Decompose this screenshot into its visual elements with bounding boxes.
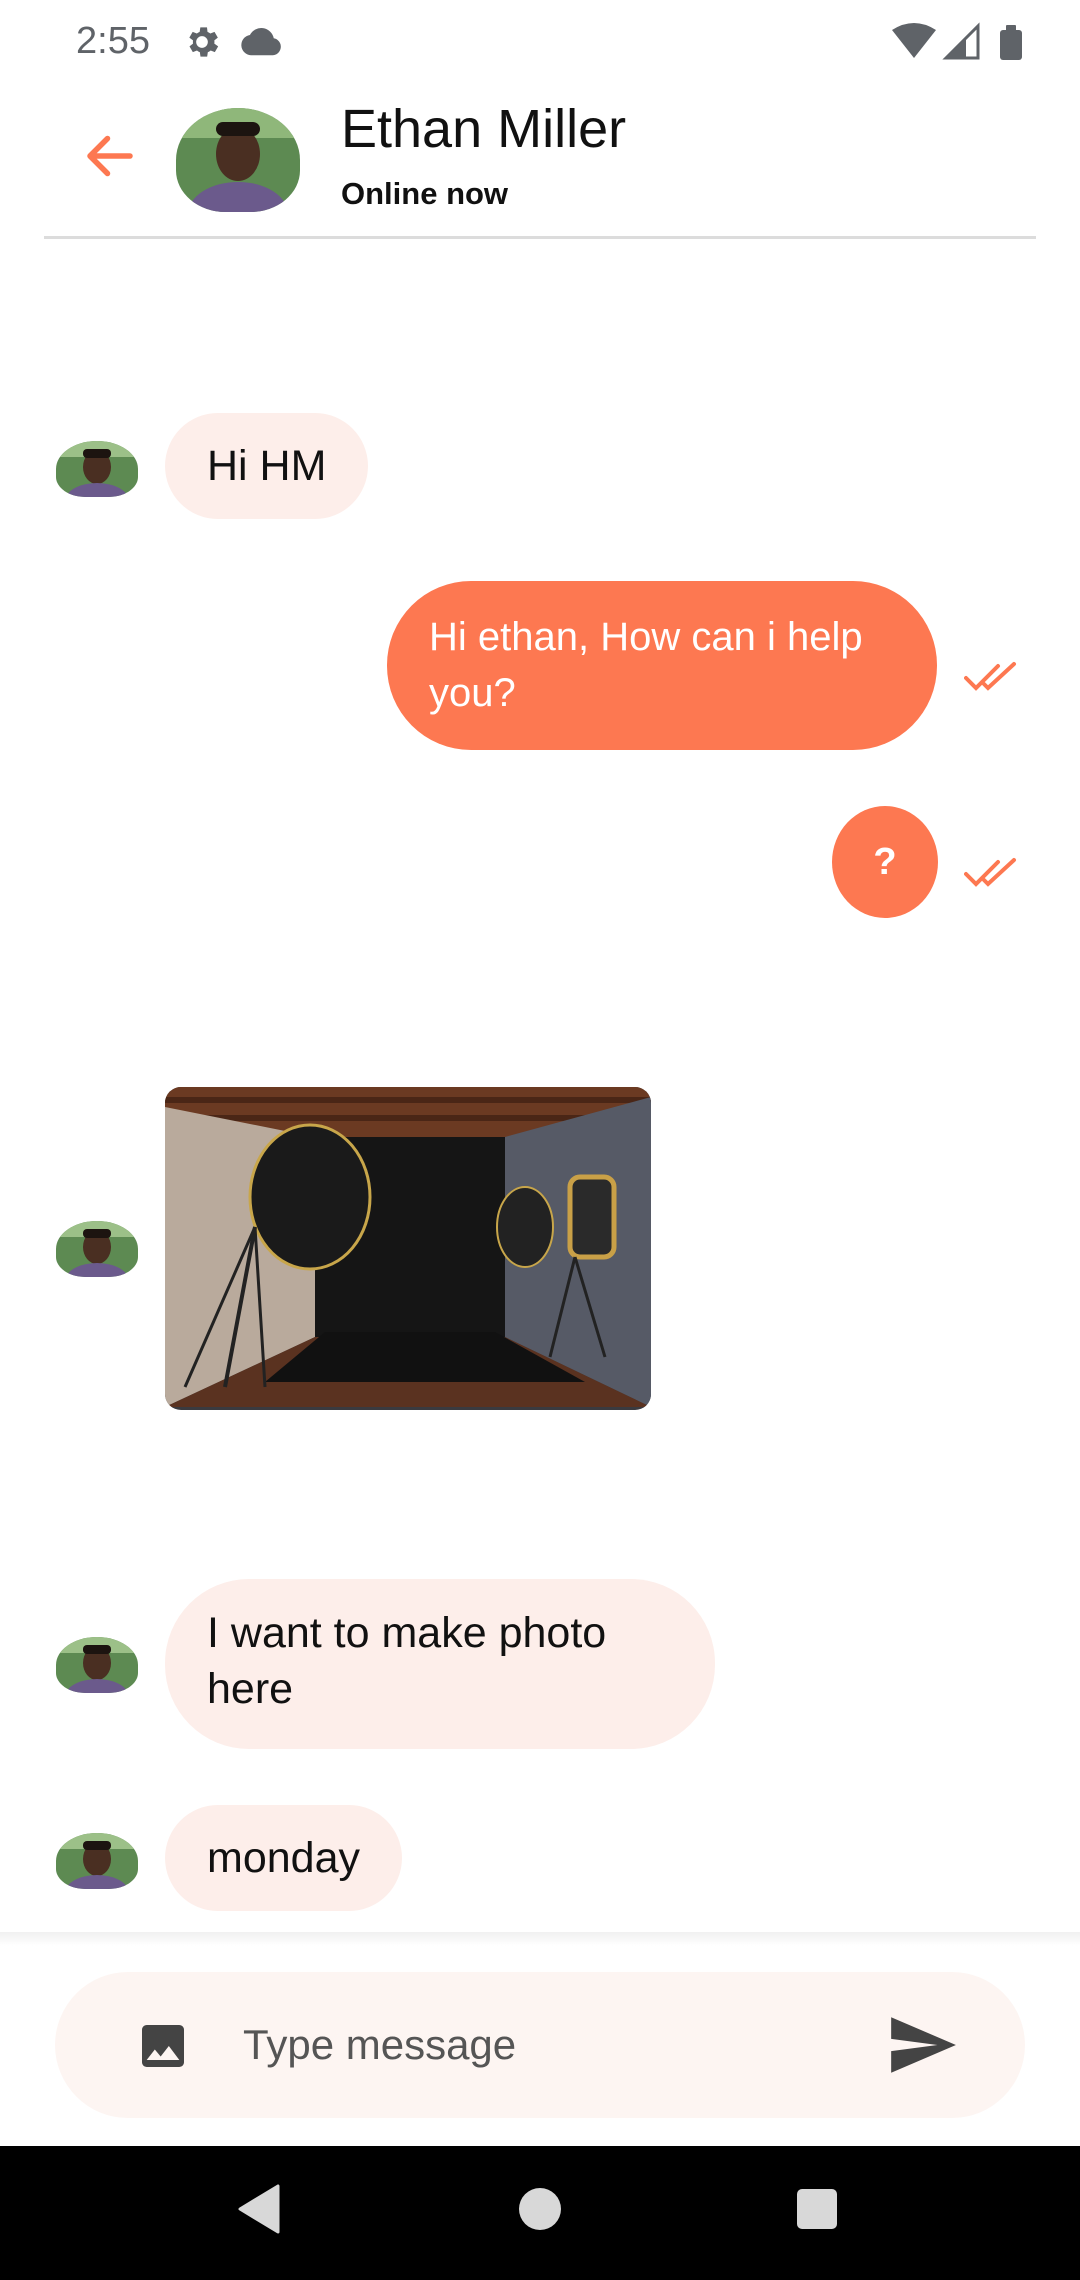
cell-signal-icon: [942, 22, 980, 60]
avatar-photo: [176, 108, 300, 212]
message-bubble-incoming[interactable]: monday: [165, 1805, 402, 1911]
composer-shadow: [0, 1932, 1080, 1946]
message-bubble-incoming[interactable]: Hi HM: [165, 413, 369, 519]
cloud-icon: [241, 28, 281, 56]
sender-avatar: [56, 1637, 138, 1693]
settings-gear-icon: [189, 27, 219, 57]
message-text: monday: [207, 1834, 360, 1882]
message-bubble-outgoing[interactable]: Hi ethan, How can i help you?: [387, 581, 937, 750]
message-text: Hi HM: [207, 442, 327, 490]
photo-studio-image[interactable]: [165, 1087, 651, 1410]
message-image: [165, 1087, 651, 1410]
send-icon[interactable]: [885, 2008, 959, 2082]
contact-name: Ethan Miller: [341, 99, 627, 159]
sender-avatar: [56, 1833, 138, 1889]
image-attach-icon[interactable]: [135, 2018, 191, 2074]
message-composer: [55, 1972, 1025, 2118]
sender-avatar: [56, 1221, 138, 1277]
sender-avatar: [56, 441, 138, 497]
battery-icon: [1000, 25, 1022, 60]
double-check-icon: [964, 662, 1016, 691]
status-right-icons: [892, 22, 1022, 60]
message-text: ?: [873, 840, 897, 883]
double-check-icon: [964, 858, 1016, 887]
system-nav-bar: [0, 2146, 1080, 2280]
message-bubble-outgoing[interactable]: ?: [832, 806, 938, 918]
status-time: 2:55: [76, 20, 150, 62]
wifi-icon: [892, 23, 936, 58]
message-input[interactable]: [243, 2004, 863, 2086]
nav-recents-icon[interactable]: [797, 2189, 837, 2229]
nav-home-icon[interactable]: [519, 2188, 561, 2230]
header-divider: [44, 236, 1036, 239]
message-text: Hi ethan, How can i help you?: [429, 615, 863, 715]
status-bar: 2:55: [0, 0, 1080, 88]
chat-header: Ethan Miller Online now: [0, 88, 1080, 239]
contact-avatar[interactable]: [176, 108, 300, 212]
contact-status: Online now: [341, 176, 509, 211]
back-arrow-icon[interactable]: [80, 126, 140, 186]
nav-back-icon[interactable]: [236, 2184, 280, 2234]
message-text: I want to make photo here: [207, 1609, 607, 1713]
message-bubble-incoming[interactable]: I want to make photo here: [165, 1579, 715, 1749]
